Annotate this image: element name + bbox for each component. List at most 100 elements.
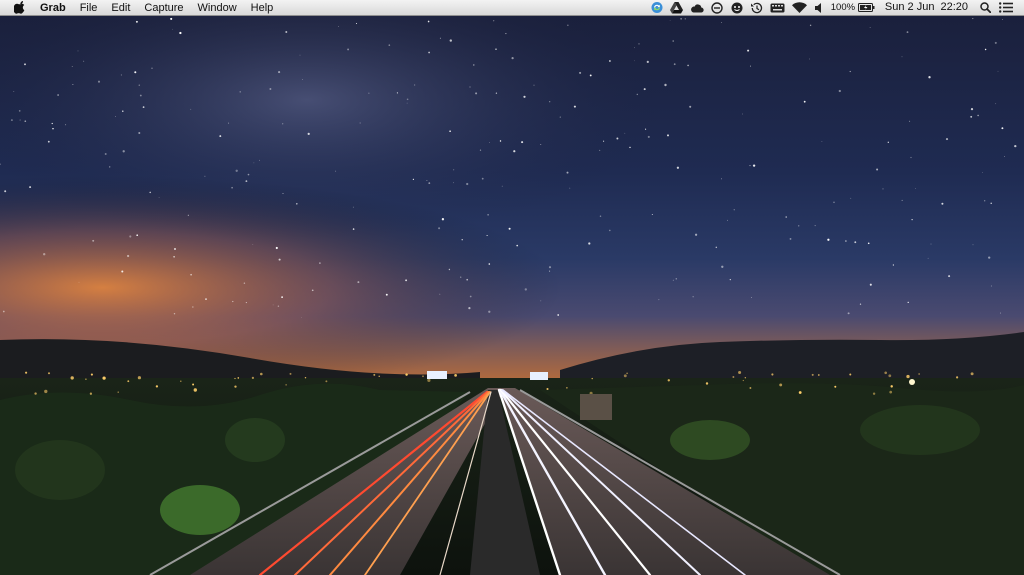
star (83, 60, 85, 62)
star (634, 60, 635, 62)
star (752, 164, 756, 167)
star (646, 60, 649, 64)
star (643, 88, 646, 91)
town-light (193, 388, 197, 392)
star (809, 58, 810, 60)
town-light (127, 380, 130, 383)
star (412, 178, 415, 181)
town-light (405, 373, 408, 376)
town-light (237, 377, 240, 379)
menu-edit[interactable]: Edit (104, 0, 137, 16)
star (906, 31, 909, 33)
do-not-disturb-icon[interactable] (707, 0, 727, 15)
cloud-icon[interactable] (687, 0, 707, 15)
town-light (89, 392, 93, 395)
star (13, 91, 15, 93)
town-light (44, 389, 48, 394)
star (869, 283, 872, 286)
star (493, 20, 495, 22)
star (798, 225, 800, 227)
star (92, 239, 95, 242)
star (388, 44, 391, 46)
menu-bar: Grab File Edit Capture Window Help 100% … (0, 0, 1024, 16)
battery-icon (858, 3, 875, 12)
face-icon[interactable] (727, 0, 747, 15)
star (672, 40, 674, 42)
time-machine-icon[interactable] (747, 0, 767, 15)
menu-window[interactable]: Window (191, 0, 244, 16)
star (521, 141, 524, 144)
star (557, 314, 560, 316)
star (692, 296, 694, 298)
star (945, 138, 949, 141)
star (747, 49, 750, 52)
date-label: Sun 2 Jun (884, 1, 935, 13)
star (72, 84, 74, 85)
menu-capture[interactable]: Capture (137, 0, 190, 16)
town-light (137, 376, 141, 380)
star (676, 166, 680, 169)
star (231, 186, 233, 189)
sync-icon[interactable] (647, 0, 667, 15)
star (901, 199, 903, 201)
star (721, 178, 722, 180)
star (672, 279, 674, 281)
star (720, 21, 722, 23)
date-time[interactable]: Sun 2 Jun 22:20 (877, 0, 974, 15)
star (173, 255, 175, 258)
star (749, 165, 751, 167)
town-light (956, 376, 959, 379)
town-light (427, 378, 431, 383)
star (599, 149, 601, 151)
town-light (34, 392, 37, 395)
town-light (738, 370, 742, 375)
star (729, 278, 731, 281)
google-drive-icon[interactable] (667, 0, 687, 15)
star (481, 177, 484, 180)
star (827, 238, 830, 241)
spotlight-icon[interactable] (974, 0, 996, 15)
star (511, 57, 514, 60)
star (647, 135, 650, 138)
town-light (749, 387, 752, 389)
status-area: 100% Sun 2 Jun 22:20 (647, 0, 1016, 15)
town-light (285, 384, 287, 386)
apple-icon[interactable] (13, 1, 27, 15)
star (715, 246, 718, 249)
wifi-icon[interactable] (789, 0, 811, 15)
keyboard-icon[interactable] (767, 0, 789, 15)
star (357, 281, 360, 284)
star (190, 273, 192, 276)
volume-icon[interactable] (811, 0, 829, 15)
star (138, 131, 141, 135)
town-light (422, 375, 424, 378)
star (368, 92, 370, 94)
star (867, 242, 870, 245)
star (438, 227, 441, 230)
star (52, 127, 54, 130)
star (488, 310, 491, 313)
star (139, 94, 142, 97)
star (499, 140, 502, 142)
star (47, 140, 50, 143)
town-light (289, 372, 292, 375)
star (449, 39, 452, 42)
town-light (373, 373, 376, 376)
town-light (626, 372, 628, 375)
notification-center-icon[interactable] (996, 0, 1016, 15)
star (501, 185, 503, 187)
battery-indicator[interactable]: 100% (829, 0, 877, 15)
star (603, 140, 605, 142)
app-menu-grab[interactable]: Grab (39, 0, 73, 16)
menu-file[interactable]: File (73, 0, 105, 16)
star (406, 102, 408, 104)
star (608, 229, 611, 232)
town-light (889, 390, 893, 394)
star (126, 254, 130, 258)
star (540, 300, 542, 302)
star (405, 279, 408, 282)
menu-help[interactable]: Help (244, 0, 281, 16)
star (488, 263, 491, 265)
star (301, 317, 302, 318)
star (567, 24, 569, 26)
